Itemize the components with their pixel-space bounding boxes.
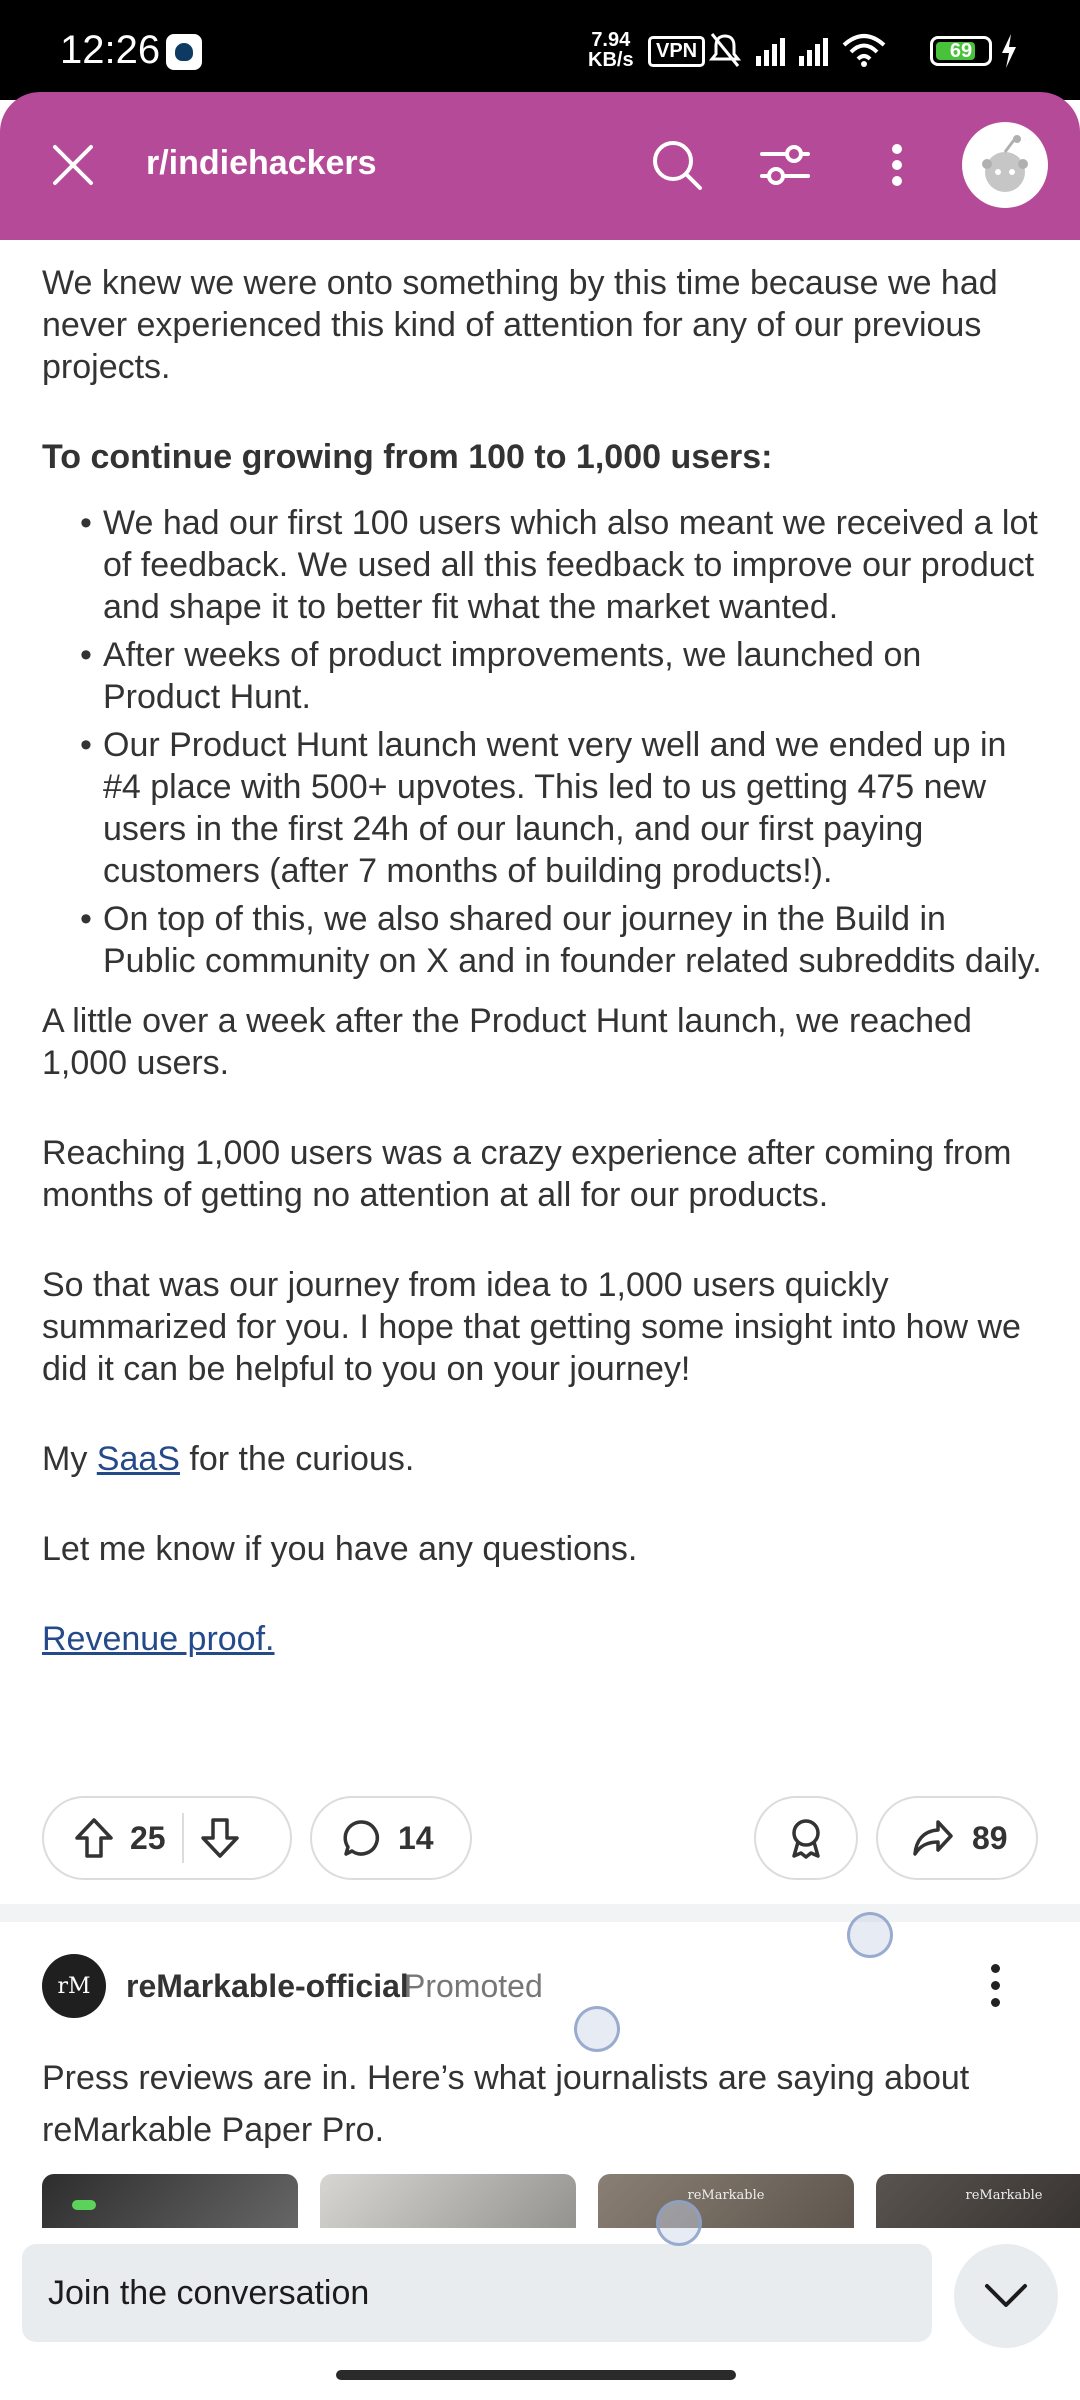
advertiser-avatar[interactable]: rM: [42, 1954, 106, 2018]
saas-suffix: for the curious.: [179, 1440, 415, 1478]
snoo-avatar-icon: [982, 135, 1028, 192]
comment-composer-bar: Join the conversation: [0, 2228, 1080, 2400]
join-conversation-input[interactable]: Join the conversation: [22, 2244, 932, 2342]
share-button[interactable]: 89: [876, 1796, 1038, 1880]
subreddit-title[interactable]: r/indiehackers: [146, 144, 377, 183]
list-item: After weeks of product improvements, we …: [42, 634, 1042, 718]
status-bar: 12:26 7.94 KB/s VPN 69: [0, 0, 1080, 100]
award-button[interactable]: [754, 1796, 858, 1880]
promoted-more-options-button[interactable]: [980, 1960, 1010, 2010]
post-paragraph: Let me know if you have any questions.: [42, 1530, 638, 1568]
revenue-proof-link[interactable]: Revenue proof.: [42, 1620, 275, 1658]
post-paragraph-saas: My SaaS for the curious.: [42, 1438, 1042, 1480]
more-vertical-icon: [892, 144, 902, 186]
promoted-carousel[interactable]: reMarkable reMarkable: [42, 2174, 1080, 2234]
promoted-text[interactable]: Press reviews are in. Here’s what journa…: [42, 2052, 1042, 2156]
upvote-count: 25: [130, 1819, 166, 1856]
search-button[interactable]: [644, 132, 710, 198]
filter-sliders-icon: [760, 145, 810, 185]
post-bullet-list: We had our first 100 users which also me…: [42, 502, 1042, 982]
filter-button[interactable]: [752, 132, 818, 198]
downvote-icon[interactable]: [200, 1817, 240, 1859]
carousel-image[interactable]: reMarkable: [598, 2174, 854, 2234]
status-time: 12:26: [60, 28, 161, 72]
carousel-image[interactable]: [320, 2174, 576, 2234]
list-item: We had our first 100 users which also me…: [42, 502, 1042, 628]
chevron-down-icon: [985, 2284, 1027, 2307]
close-icon: [53, 145, 93, 185]
status-icons: [708, 28, 886, 72]
network-speed-value: 7.94: [591, 29, 631, 51]
battery-icon: 69: [930, 36, 992, 66]
post-paragraph: So that was our journey from idea to 1,0…: [42, 1266, 1021, 1388]
touch-indicator: [574, 2006, 620, 2052]
award-icon: [792, 1819, 820, 1859]
saas-link[interactable]: SaaS: [97, 1440, 180, 1478]
battery-level: 69: [949, 40, 973, 62]
network-speed-unit: KB/s: [588, 49, 634, 71]
post-action-bar: 25 14 89: [42, 1796, 1038, 1880]
share-icon: [913, 1820, 953, 1856]
promoted-label: Promoted: [404, 1968, 543, 2004]
collapse-button[interactable]: [954, 2244, 1058, 2348]
carousel-image[interactable]: reMarkable: [876, 2174, 1080, 2234]
close-button[interactable]: [40, 132, 106, 198]
charging-icon: [1002, 34, 1016, 68]
user-avatar[interactable]: [962, 122, 1048, 208]
touch-indicator: [656, 2200, 702, 2246]
search-icon: [653, 141, 702, 190]
post-paragraph: We knew we were onto something by this t…: [42, 264, 998, 386]
carousel-image-label: reMarkable: [965, 2188, 1043, 2203]
app-notification-icon: [166, 34, 202, 70]
post-body: We knew we were onto something by this t…: [42, 262, 1042, 1660]
comment-icon: [343, 1820, 380, 1856]
mute-icon: [708, 33, 742, 67]
wifi-icon: [842, 34, 886, 67]
post-paragraph: A little over a week after the Product H…: [42, 1002, 972, 1082]
saas-prefix: My: [42, 1440, 97, 1478]
feed-separator: [0, 1904, 1080, 1922]
list-item: Our Product Hunt launch went very well a…: [42, 724, 1042, 892]
share-count: 89: [972, 1819, 1008, 1856]
badge-shape: [72, 2200, 96, 2210]
carousel-image-label: reMarkable: [687, 2188, 765, 2203]
more-options-button[interactable]: [864, 132, 930, 198]
signal-2-icon: [799, 34, 828, 66]
touch-indicator: [847, 1912, 893, 1958]
post-paragraph: Reaching 1,000 users was a crazy experie…: [42, 1134, 1012, 1214]
upvote-icon[interactable]: [74, 1817, 114, 1859]
home-indicator[interactable]: [336, 2370, 736, 2380]
carousel-image[interactable]: [42, 2174, 298, 2234]
post-heading: To continue growing from 100 to 1,000 us…: [42, 438, 773, 476]
signal-1-icon: [756, 34, 785, 66]
network-speed: 7.94 KB/s: [588, 30, 634, 70]
subreddit-header: r/indiehackers: [0, 92, 1080, 240]
comment-count: 14: [398, 1819, 434, 1856]
advertiser-name[interactable]: reMarkable-official: [126, 1968, 409, 2005]
comments-button[interactable]: 14: [310, 1796, 472, 1880]
vpn-badge: VPN: [648, 36, 706, 67]
vote-control: 25: [42, 1796, 292, 1880]
list-item: On top of this, we also shared our journ…: [42, 898, 1042, 982]
